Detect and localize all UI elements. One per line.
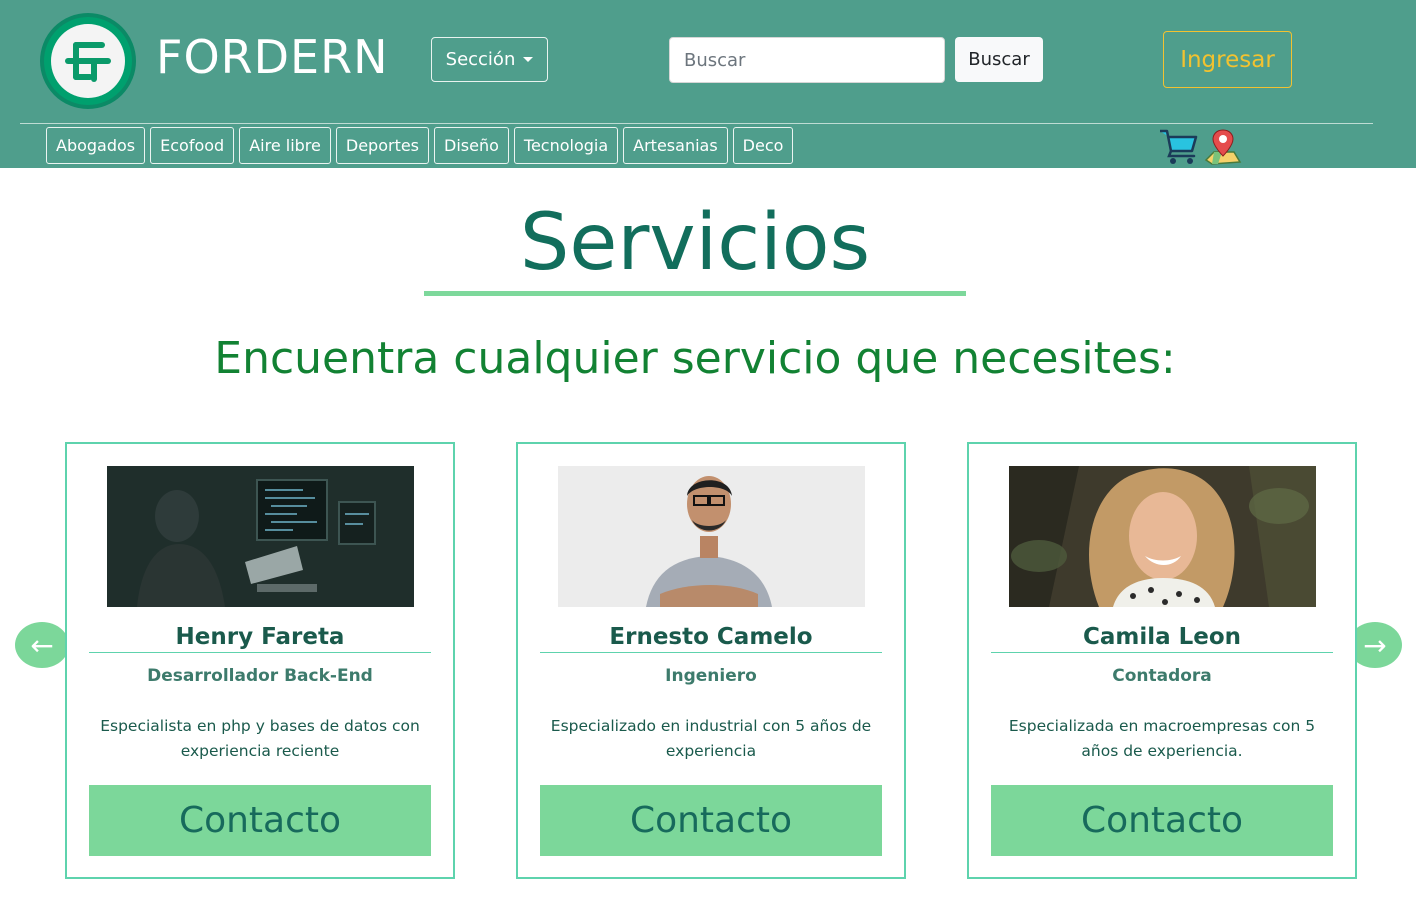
caret-down-icon bbox=[523, 57, 534, 62]
card-divider bbox=[89, 652, 431, 653]
page-subtitle: Encuentra cualquier servicio que necesit… bbox=[214, 333, 1176, 384]
card-role: Contadora bbox=[1112, 666, 1212, 686]
card-role: Ingeniero bbox=[665, 666, 757, 686]
contact-button[interactable]: Contacto bbox=[89, 785, 431, 856]
logo-glyph-icon bbox=[65, 42, 111, 82]
category-aire-libre[interactable]: Aire libre bbox=[239, 127, 331, 164]
card-name: Ernesto Camelo bbox=[609, 624, 813, 650]
category-diseno[interactable]: Diseño bbox=[434, 127, 509, 164]
contact-button[interactable]: Contacto bbox=[991, 785, 1333, 856]
card-description: Especializado en industrial con 5 años d… bbox=[550, 717, 872, 760]
category-abogados[interactable]: Abogados bbox=[46, 127, 146, 164]
search-input[interactable] bbox=[669, 37, 945, 83]
category-artesanias[interactable]: Artesanias bbox=[623, 127, 728, 164]
header-divider bbox=[20, 123, 1373, 124]
map-pin-icon[interactable] bbox=[1204, 126, 1242, 166]
card-photo-accountant bbox=[1009, 466, 1316, 607]
card-name: Henry Fareta bbox=[175, 624, 345, 650]
site-header: FORDERN Sección Buscar Ingresar Abogados… bbox=[0, 0, 1416, 168]
brand-name[interactable]: FORDERN bbox=[156, 30, 389, 84]
cart-icon[interactable] bbox=[1158, 127, 1200, 165]
category-deportes[interactable]: Deportes bbox=[335, 127, 430, 164]
section-dropdown-label: Sección bbox=[445, 49, 516, 70]
card-photo-developer bbox=[107, 466, 414, 607]
card-role: Desarrollador Back-End bbox=[147, 666, 373, 686]
carousel-prev-button[interactable]: ← bbox=[15, 622, 69, 668]
category-tecnologia[interactable]: Tecnologia bbox=[513, 127, 619, 164]
contact-button[interactable]: Contacto bbox=[540, 785, 882, 856]
logo-mark bbox=[51, 24, 125, 98]
category-deco[interactable]: Deco bbox=[732, 127, 794, 164]
card-divider bbox=[540, 652, 882, 653]
card-name: Camila Leon bbox=[1082, 624, 1242, 650]
service-card: Henry Fareta Desarrollador Back-End Espe… bbox=[65, 442, 455, 879]
category-nav: Abogados Ecofood Aire libre Deportes Dis… bbox=[46, 127, 794, 164]
page-title: Servicios bbox=[519, 198, 871, 288]
category-ecofood[interactable]: Ecofood bbox=[150, 127, 235, 164]
card-description: Especializada en macroempresas con 5 año… bbox=[1008, 717, 1316, 760]
card-description: Especialista en php y bases de datos con… bbox=[100, 717, 420, 760]
section-dropdown[interactable]: Sección bbox=[431, 37, 548, 82]
title-underline bbox=[424, 291, 966, 296]
card-divider bbox=[991, 652, 1333, 653]
service-card: Ernesto Camelo Ingeniero Especializado e… bbox=[516, 442, 906, 879]
card-photo-engineer bbox=[558, 466, 865, 607]
login-button[interactable]: Ingresar bbox=[1163, 31, 1292, 88]
service-card: Camila Leon Contadora Especializada en m… bbox=[967, 442, 1357, 879]
logo[interactable] bbox=[40, 13, 136, 109]
search-button[interactable]: Buscar bbox=[955, 37, 1043, 82]
